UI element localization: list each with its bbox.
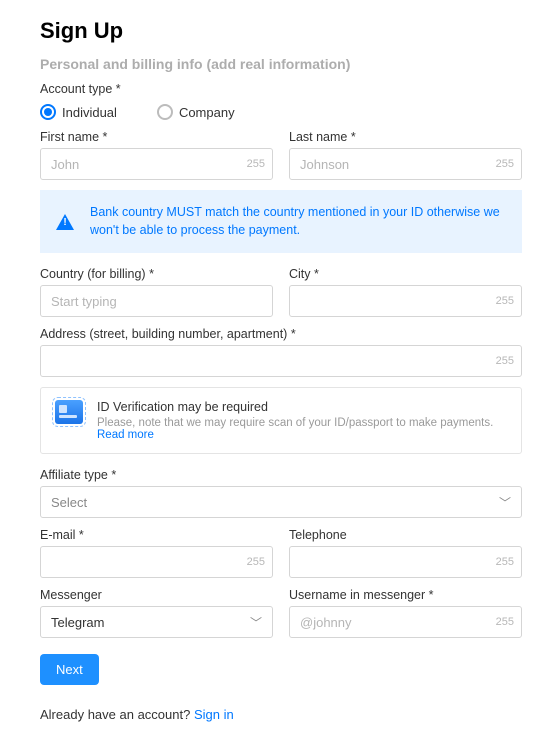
country-label: Country (for billing) * xyxy=(40,267,273,281)
telephone-label: Telephone xyxy=(289,528,522,542)
country-input[interactable] xyxy=(40,285,273,317)
city-label: City * xyxy=(289,267,522,281)
last-name-input[interactable] xyxy=(289,148,522,180)
telephone-input[interactable] xyxy=(289,546,522,578)
radio-unchecked-icon xyxy=(157,104,173,120)
id-verification-box: ID Verification may be required Please, … xyxy=(40,387,522,454)
radio-individual-label: Individual xyxy=(62,105,117,120)
account-type-label: Account type * xyxy=(40,82,522,96)
username-input[interactable] xyxy=(289,606,522,638)
messenger-selected: Telegram xyxy=(51,615,104,630)
messenger-select[interactable]: Telegram ﹀ xyxy=(40,606,273,638)
section-subtitle: Personal and billing info (add real info… xyxy=(40,56,522,72)
radio-checked-icon xyxy=(40,104,56,120)
next-button[interactable]: Next xyxy=(40,654,99,685)
bank-country-alert-text: Bank country MUST match the country ment… xyxy=(90,204,506,239)
affiliate-type-selected: Select xyxy=(51,495,87,510)
signin-prefix: Already have an account? xyxy=(40,707,194,722)
chevron-down-icon: ﹀ xyxy=(499,494,511,511)
last-name-label: Last name * xyxy=(289,130,522,144)
address-label: Address (street, building number, apartm… xyxy=(40,327,522,341)
email-label: E-mail * xyxy=(40,528,273,542)
address-input[interactable] xyxy=(40,345,522,377)
warning-icon xyxy=(56,214,74,230)
affiliate-type-label: Affiliate type * xyxy=(40,468,522,482)
radio-individual[interactable]: Individual xyxy=(40,104,117,120)
first-name-label: First name * xyxy=(40,130,273,144)
radio-company-label: Company xyxy=(179,105,235,120)
signin-link[interactable]: Sign in xyxy=(194,707,234,722)
radio-company[interactable]: Company xyxy=(157,104,235,120)
first-name-input[interactable] xyxy=(40,148,273,180)
id-card-icon xyxy=(55,400,83,424)
bank-country-alert: Bank country MUST match the country ment… xyxy=(40,190,522,253)
affiliate-type-select[interactable]: Select ﹀ xyxy=(40,486,522,518)
chevron-down-icon: ﹀ xyxy=(250,614,262,631)
city-input[interactable] xyxy=(289,285,522,317)
id-verification-subtitle: Please, note that we may require scan of… xyxy=(97,417,493,429)
page-title: Sign Up xyxy=(40,18,522,44)
id-verification-title: ID Verification may be required xyxy=(97,400,507,414)
read-more-link[interactable]: Read more xyxy=(97,429,154,441)
email-input[interactable] xyxy=(40,546,273,578)
